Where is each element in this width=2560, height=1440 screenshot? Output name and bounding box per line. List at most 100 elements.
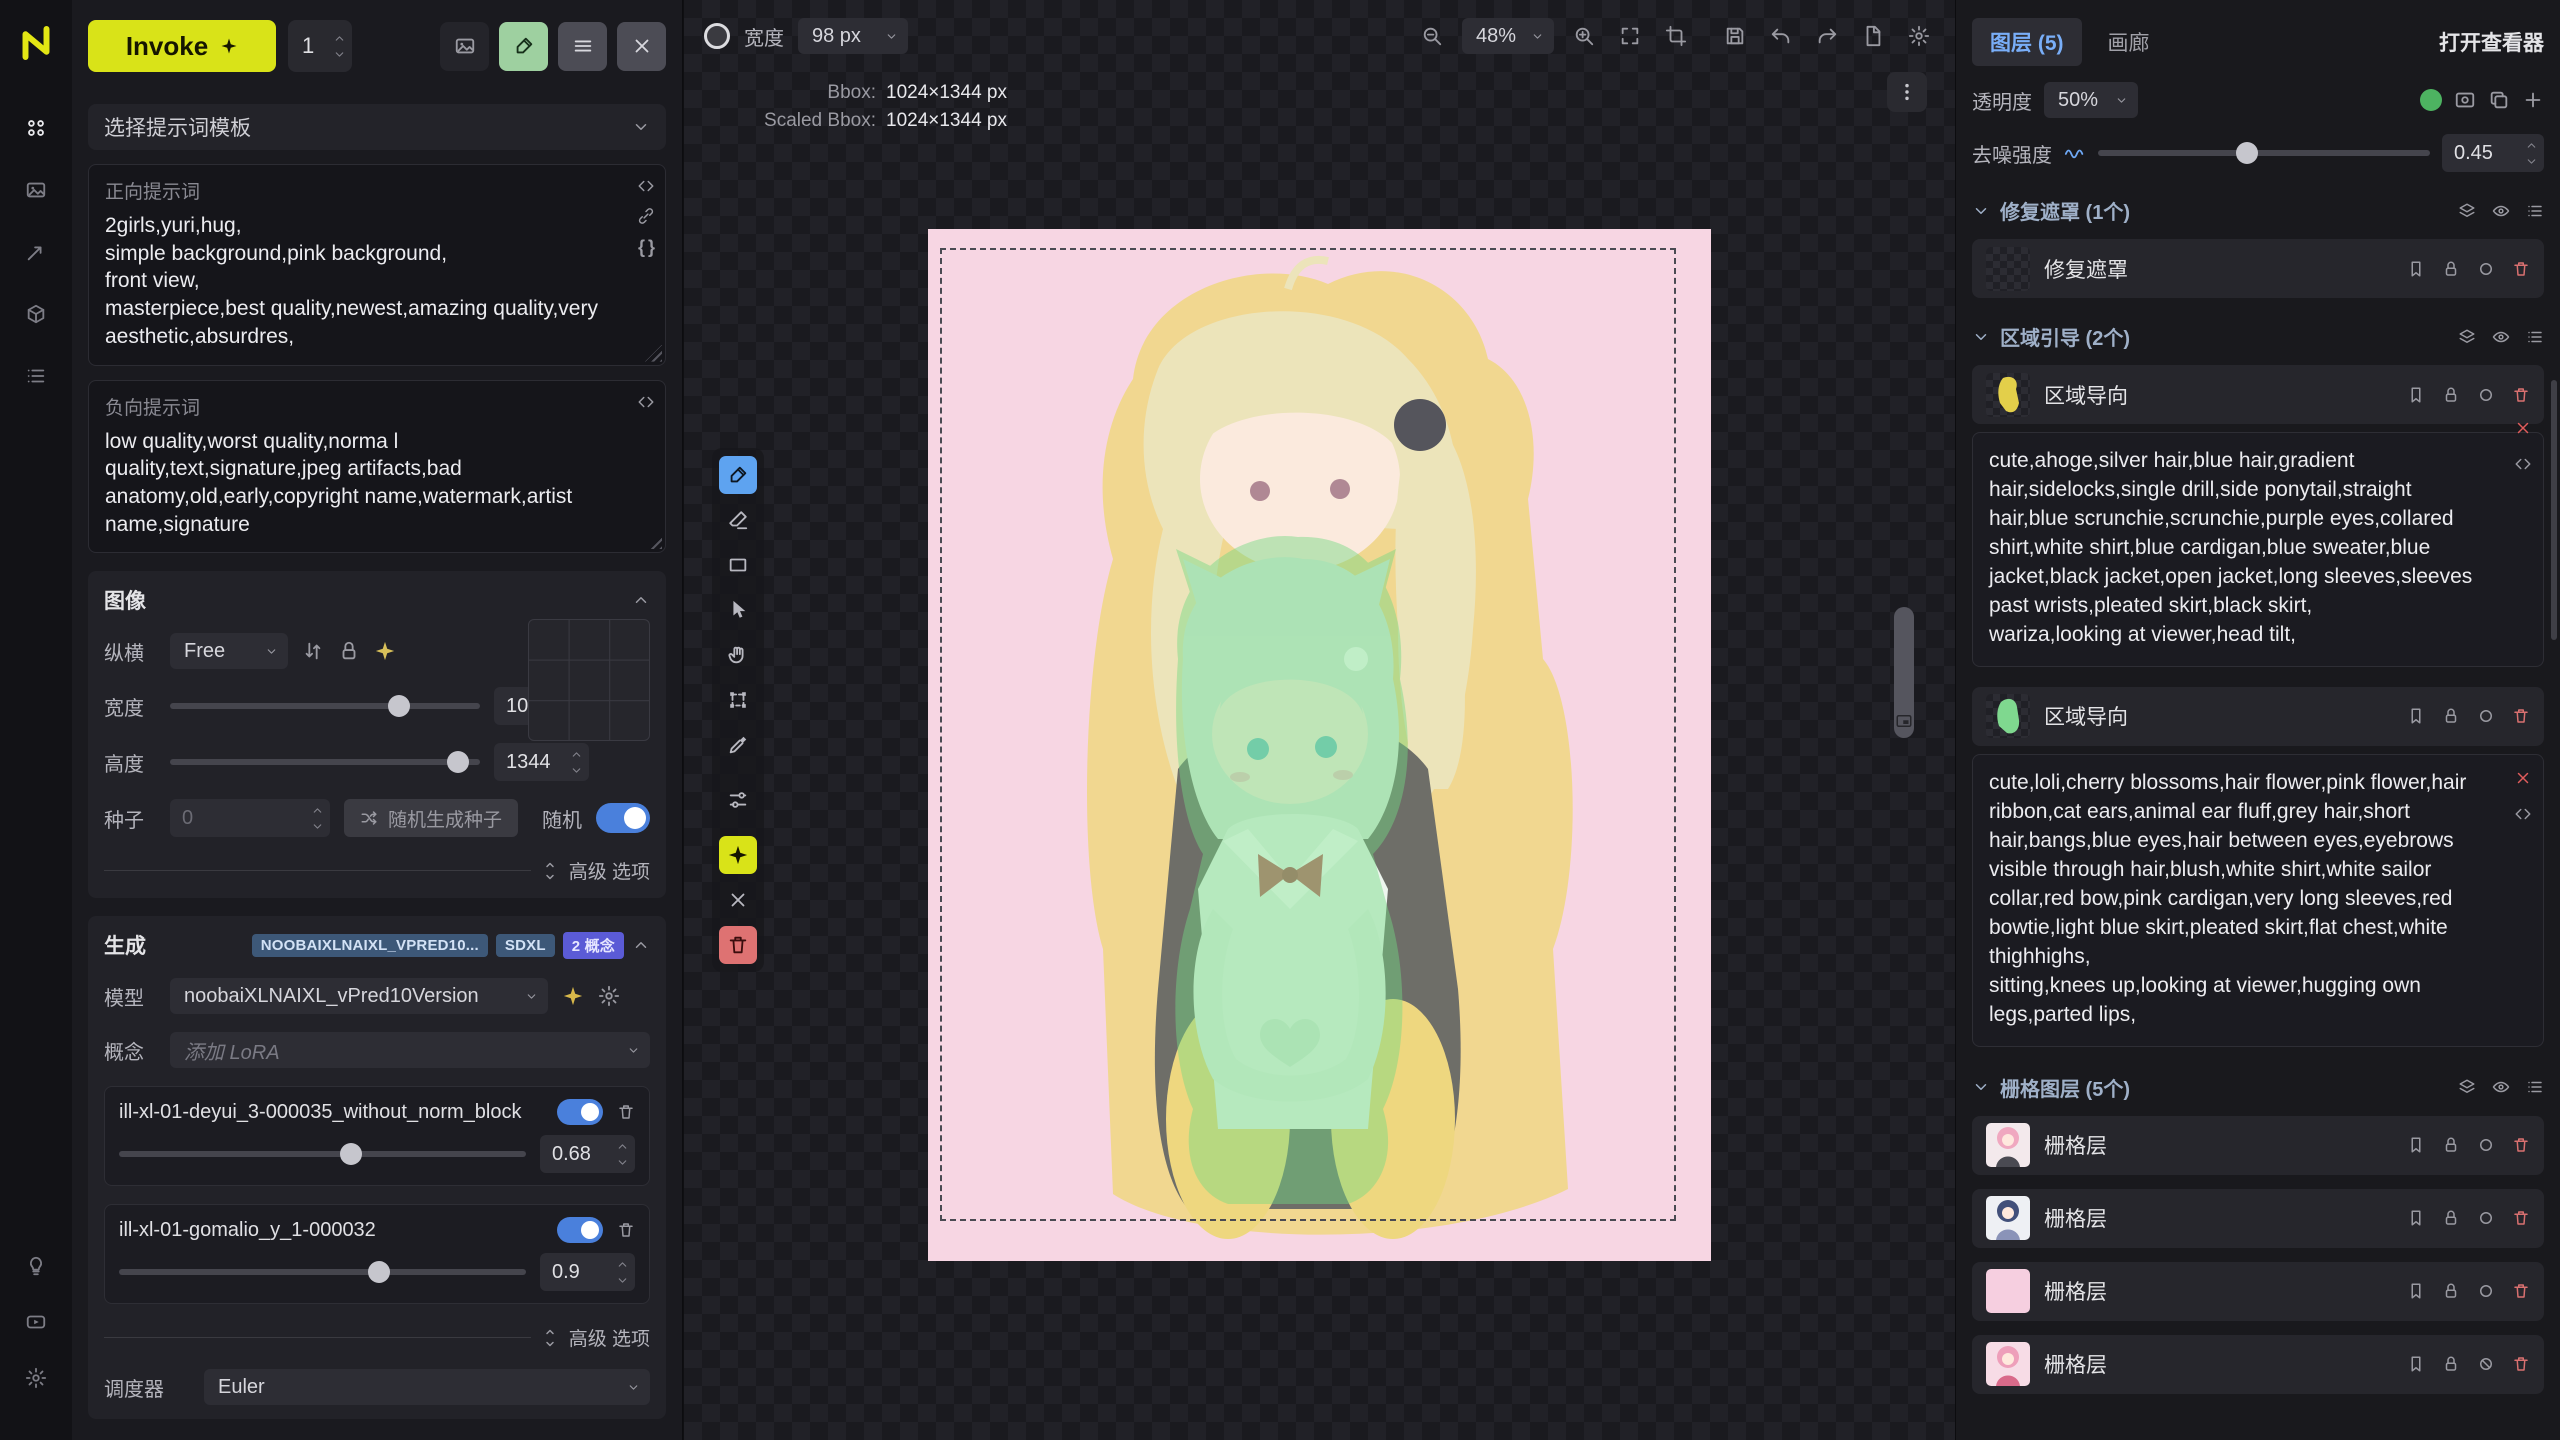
delete-layer-icon[interactable] <box>2512 260 2530 278</box>
model-sparkle-icon[interactable] <box>562 985 584 1007</box>
inpaint-mask-layer-row[interactable]: 修复遮罩 <box>1972 239 2544 298</box>
cancel-queue-button[interactable] <box>617 22 666 71</box>
regional-prompt-box[interactable]: cute,ahoge,silver hair,blue hair,gradien… <box>1972 432 2544 667</box>
lock-icon[interactable] <box>2442 1209 2460 1227</box>
tab-gallery[interactable]: 画廊 <box>2090 18 2168 66</box>
enabled-icon[interactable] <box>2477 1209 2495 1227</box>
eyedropper-tool-button[interactable] <box>719 726 757 764</box>
denoise-slider[interactable] <box>2098 134 2430 172</box>
enabled-icon[interactable] <box>2477 707 2495 725</box>
merge-layers-icon[interactable] <box>2458 202 2476 220</box>
lock-icon[interactable] <box>2442 1136 2460 1154</box>
collapse-icon[interactable] <box>632 936 650 954</box>
optimize-size-icon[interactable] <box>374 640 396 662</box>
regional-layer-row[interactable]: 区域导向 <box>1972 365 2544 424</box>
raster-layers-section-header[interactable]: 栅格图层 (5个) <box>1972 1073 2544 1102</box>
video-tutorials-button[interactable] <box>16 1302 56 1342</box>
layer-color-indicator[interactable] <box>2420 89 2442 111</box>
advanced-options-button[interactable]: 高级 选项 <box>569 1324 650 1351</box>
regional-layer-row[interactable]: 区域导向 <box>1972 687 2544 746</box>
queue-menu-button[interactable] <box>558 22 607 71</box>
denoise-slider-knob[interactable] <box>2236 142 2258 164</box>
scrollbar[interactable] <box>2551 380 2557 640</box>
merge-layers-icon[interactable] <box>2458 328 2476 346</box>
lora-delete-icon[interactable] <box>617 1103 635 1121</box>
random-seed-toggle[interactable] <box>596 803 650 833</box>
width-slider[interactable] <box>170 687 480 725</box>
section-menu-icon[interactable] <box>2526 1078 2544 1096</box>
raster-layer-row[interactable]: 栅格层 <box>1972 1189 2544 1248</box>
send-to-gallery-button[interactable] <box>440 22 489 71</box>
width-slider-knob[interactable] <box>388 695 410 717</box>
denoise-input[interactable]: 0.45 <box>2442 134 2544 172</box>
model-settings-icon[interactable] <box>598 985 620 1007</box>
delete-prompt-icon[interactable] <box>2514 419 2532 440</box>
section-menu-icon[interactable] <box>2526 328 2544 346</box>
lock-icon[interactable] <box>2442 386 2460 404</box>
redo-icon[interactable] <box>1816 25 1838 47</box>
height-slider-knob[interactable] <box>447 751 469 773</box>
settings-button[interactable] <box>16 1358 56 1398</box>
raster-layer-row[interactable]: 栅格层 <box>1972 1335 2544 1394</box>
delete-layer-icon[interactable] <box>2512 1209 2530 1227</box>
lora-weight-slider[interactable] <box>119 1253 526 1291</box>
positive-prompt-box[interactable]: 正向提示词 2girls,yuri,hug, simple background… <box>88 164 666 366</box>
bookmark-icon[interactable] <box>2407 260 2425 278</box>
seed-input[interactable]: 0 <box>170 799 330 837</box>
canvas-menu-button[interactable] <box>1887 72 1927 112</box>
negative-prompt-box[interactable]: 负向提示词 low quality,worst quality,norma l … <box>88 380 666 554</box>
move-tool-button[interactable] <box>719 591 757 629</box>
fit-bbox-icon[interactable] <box>1665 25 1687 47</box>
prompt-template-select[interactable]: 选择提示词模板 <box>88 104 666 150</box>
bookmark-icon[interactable] <box>2407 707 2425 725</box>
canvas-image[interactable] <box>928 229 1711 1261</box>
delete-layer-icon[interactable] <box>2512 1282 2530 1300</box>
swap-dimensions-icon[interactable] <box>302 640 324 662</box>
section-menu-icon[interactable] <box>2526 202 2544 220</box>
raster-layer-row[interactable]: 栅格层 <box>1972 1262 2544 1321</box>
lora-delete-icon[interactable] <box>617 1221 635 1239</box>
apply-filter-button[interactable] <box>719 836 757 874</box>
enabled-icon[interactable] <box>2477 260 2495 278</box>
delete-layer-icon[interactable] <box>2512 1355 2530 1373</box>
canvas-workspace[interactable]: 宽度 98 px 48% Bbox: 1024×1344 px Scaled <box>684 0 1955 1440</box>
raster-layer-row[interactable]: 栅格层 <box>1972 1116 2544 1175</box>
code-icon[interactable] <box>2514 455 2532 476</box>
regional-guidance-section-header[interactable]: 区域引导 (2个) <box>1972 322 2544 351</box>
lora-weight-input[interactable]: 0.9 <box>540 1253 635 1291</box>
model-select[interactable]: noobaiXLNAIXL_vPred10Version <box>170 978 548 1014</box>
lora-weight-knob[interactable] <box>368 1261 390 1283</box>
lora-enabled-toggle[interactable] <box>557 1099 603 1125</box>
resize-grip[interactable] <box>645 532 662 549</box>
delete-layer-button[interactable] <box>719 926 757 964</box>
brush-width-select[interactable]: 98 px <box>798 18 908 54</box>
positive-prompt-text[interactable]: 2girls,yuri,hug, simple background,pink … <box>105 212 613 351</box>
disabled-icon[interactable] <box>2477 1355 2495 1373</box>
bookmark-icon[interactable] <box>2407 1136 2425 1154</box>
collapse-icon[interactable] <box>632 591 650 609</box>
delete-layer-icon[interactable] <box>2512 707 2530 725</box>
send-to-canvas-button[interactable] <box>499 22 548 71</box>
code-icon[interactable] <box>637 177 655 195</box>
lock-icon[interactable] <box>2442 1282 2460 1300</box>
delete-layer-icon[interactable] <box>2512 386 2530 404</box>
braces-icon[interactable]: { } <box>638 237 654 258</box>
enabled-icon[interactable] <box>2477 1282 2495 1300</box>
random-seed-button[interactable]: 随机生成种子 <box>344 799 518 837</box>
panel-resize-handle[interactable] <box>1894 607 1914 738</box>
visibility-icon[interactable] <box>2492 1078 2510 1096</box>
enabled-icon[interactable] <box>2477 386 2495 404</box>
code-icon[interactable] <box>637 393 655 411</box>
rail-tab-models[interactable] <box>16 294 56 334</box>
zoom-select[interactable]: 48% <box>1462 18 1554 54</box>
brush-color-swatch[interactable] <box>704 23 730 49</box>
lora-enabled-toggle[interactable] <box>557 1217 603 1243</box>
iterations-steppers[interactable] <box>333 32 346 61</box>
lora-weight-knob[interactable] <box>340 1143 362 1165</box>
duplicate-icon[interactable] <box>2488 89 2510 111</box>
lock-aspect-icon[interactable] <box>338 640 360 662</box>
canvas-settings-icon[interactable] <box>1908 25 1930 47</box>
bookmark-icon[interactable] <box>2407 386 2425 404</box>
add-lora-select[interactable]: 添加 LoRA <box>170 1032 650 1068</box>
visibility-icon[interactable] <box>2492 202 2510 220</box>
